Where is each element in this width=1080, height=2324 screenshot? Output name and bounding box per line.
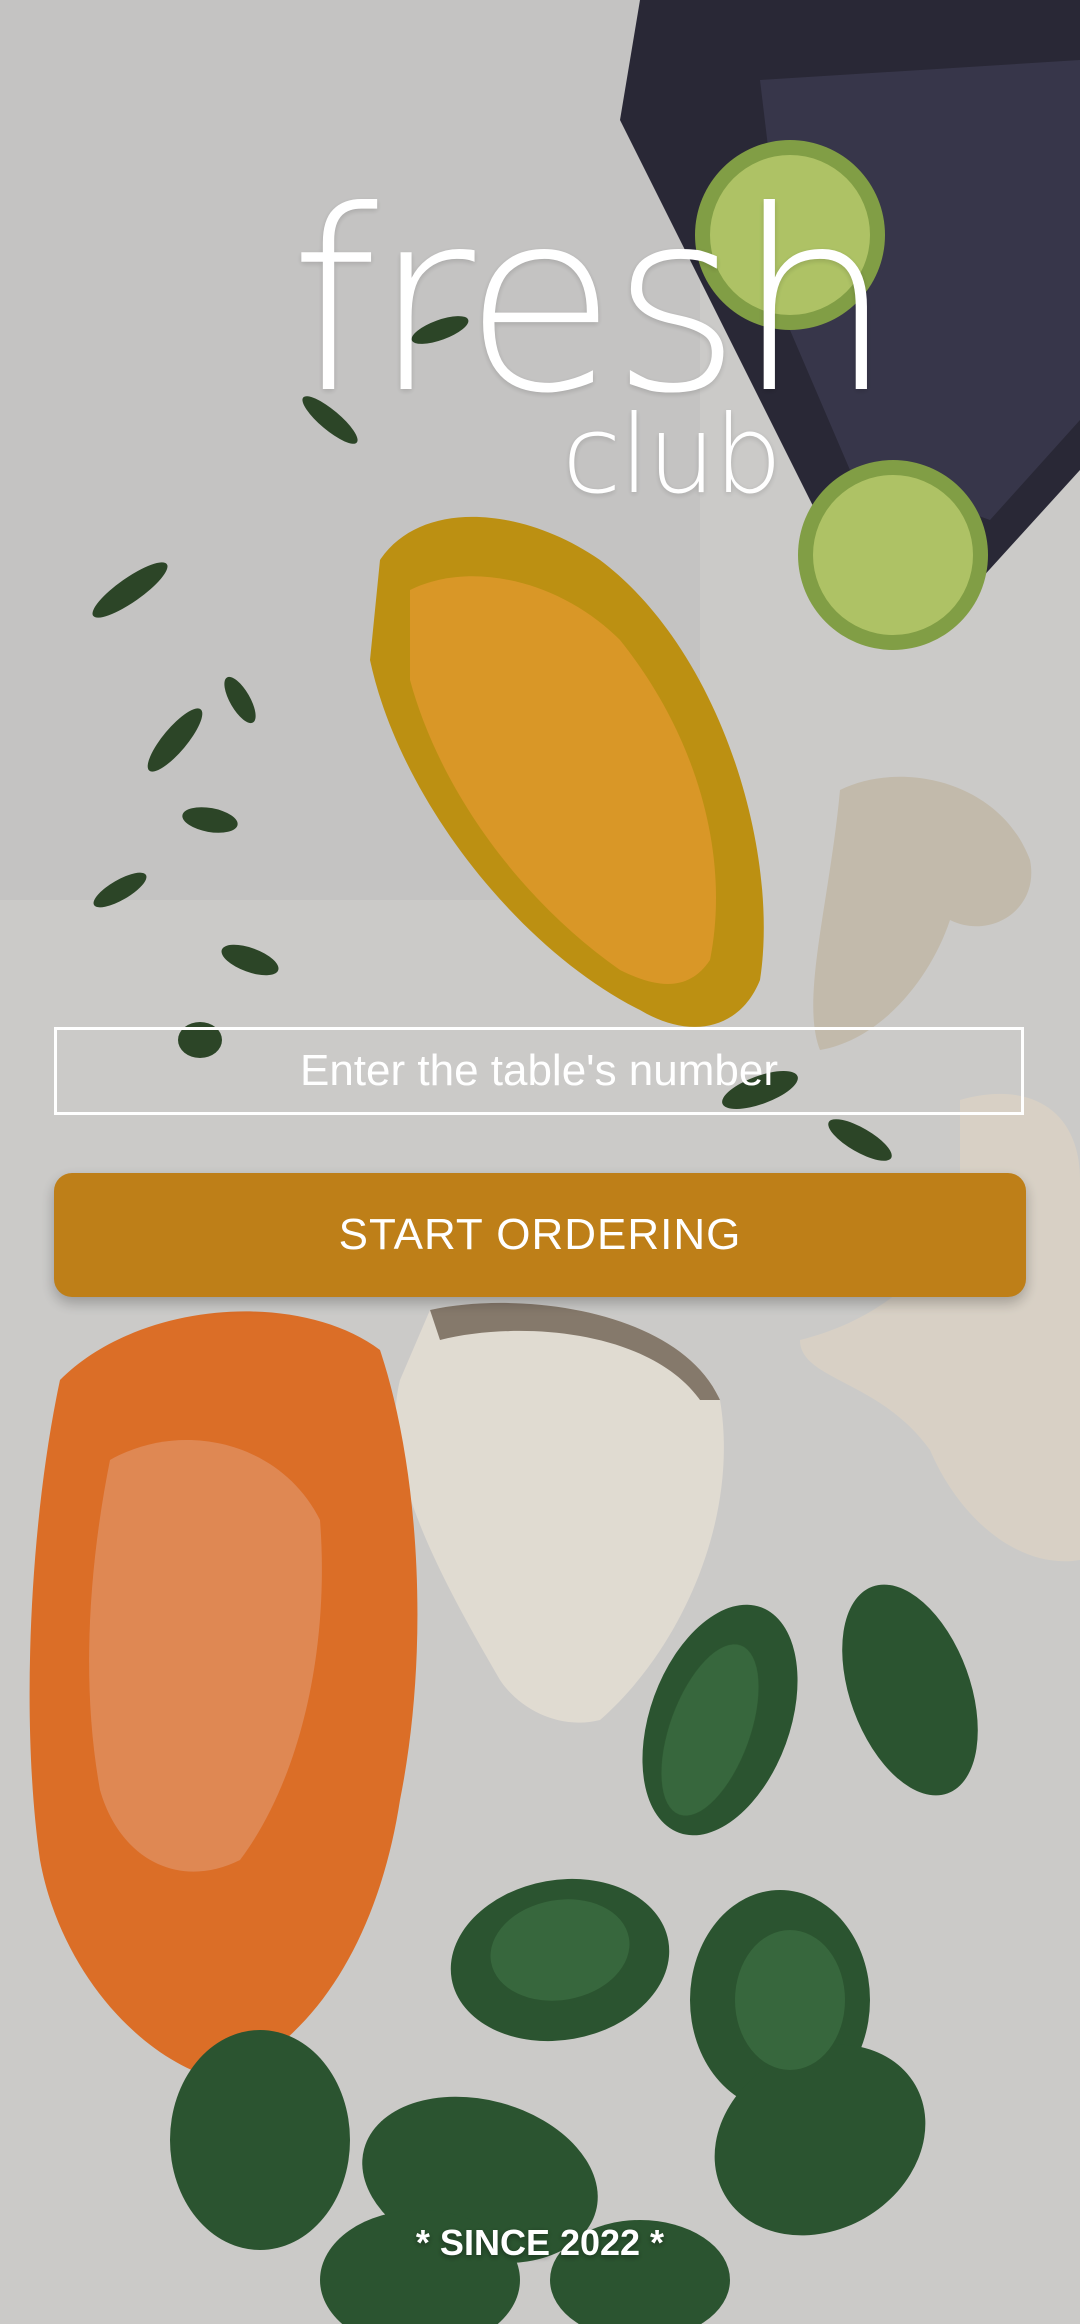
- logo-word-fresh: fresh: [290, 157, 894, 448]
- start-ordering-button[interactable]: START ORDERING: [54, 1173, 1026, 1297]
- since-year-label: * SINCE 2022 *: [415, 2222, 665, 2263]
- fresh-club-logo: fresh club: [0, 0, 1080, 540]
- table-number-input[interactable]: [54, 1027, 1024, 1115]
- logo-word-club: club: [562, 393, 782, 518]
- welcome-screen: fresh club START ORDERING * SINCE 2022 *: [0, 0, 1080, 2324]
